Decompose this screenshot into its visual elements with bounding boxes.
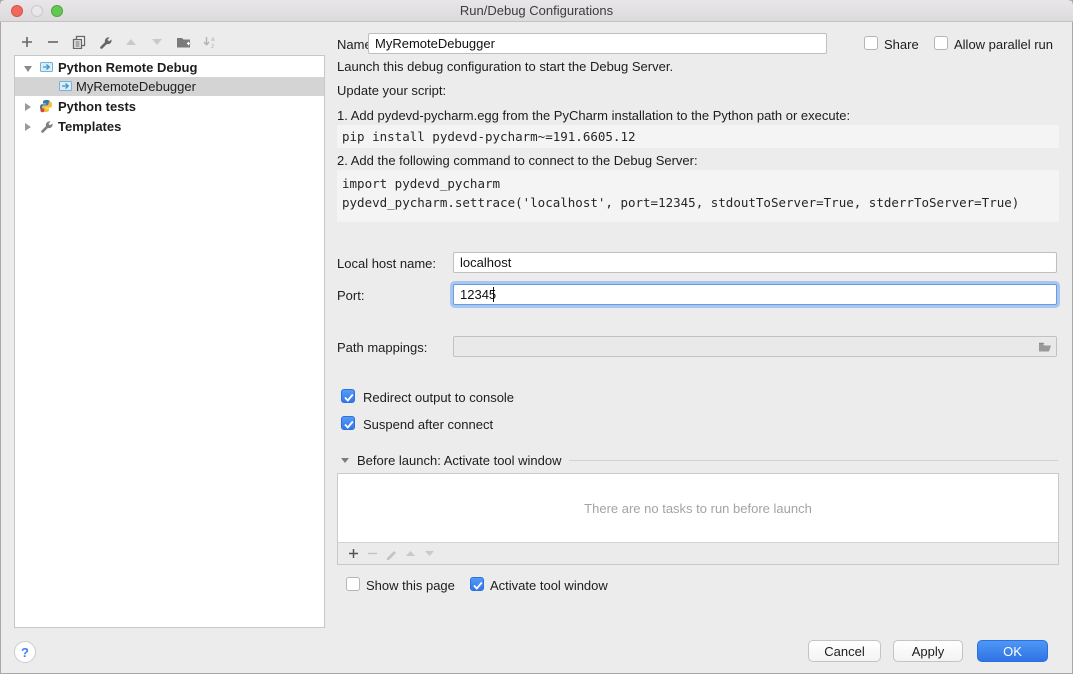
tree-item-templates[interactable]: Templates xyxy=(15,117,324,136)
step1-text: 1. Add pydevd-pycharm.egg from the PyCha… xyxy=(337,108,850,123)
text-cursor xyxy=(493,287,494,302)
add-icon[interactable] xyxy=(14,32,40,52)
step2-text: 2. Add the following command to connect … xyxy=(337,153,698,168)
move-up-icon xyxy=(118,32,144,52)
cancel-button[interactable]: Cancel xyxy=(808,640,881,662)
sort-alphabetically-icon[interactable]: az xyxy=(196,32,222,52)
chevron-expanded-icon[interactable] xyxy=(23,64,33,74)
wrench-icon xyxy=(39,119,54,134)
title-bar[interactable]: Run/Debug Configurations xyxy=(0,0,1073,22)
before-launch-section-header[interactable]: Before launch: Activate tool window xyxy=(341,452,1058,468)
ok-button[interactable]: OK xyxy=(977,640,1048,662)
path-mappings-label: Path mappings: xyxy=(337,340,427,355)
allow-parallel-run-label: Allow parallel run xyxy=(954,37,1053,52)
chevron-down-icon[interactable] xyxy=(341,456,350,464)
svg-text:z: z xyxy=(211,43,214,49)
window-title: Run/Debug Configurations xyxy=(0,3,1073,18)
tree-item-label: MyRemoteDebugger xyxy=(76,79,196,94)
port-label: Port: xyxy=(337,288,364,303)
suspend-after-connect-checkbox[interactable] xyxy=(341,416,355,430)
tree-item-label: Python tests xyxy=(58,99,136,114)
tree-item-label: Templates xyxy=(58,119,121,134)
settrace-code-block: import pydevd_pycharm pydevd_pycharm.set… xyxy=(337,170,1059,222)
chevron-collapsed-icon[interactable] xyxy=(23,122,33,132)
browse-folder-icon[interactable] xyxy=(1037,339,1053,355)
show-this-page-checkbox[interactable] xyxy=(346,577,360,591)
section-divider xyxy=(569,460,1058,461)
remote-debug-icon xyxy=(58,79,73,93)
new-folder-icon[interactable] xyxy=(170,32,196,52)
code-line: pip install pydevd-pycharm~=191.6605.12 xyxy=(337,125,1059,148)
run-debug-configurations-dialog: Run/Debug Configurations az Python Remot… xyxy=(0,0,1073,674)
configurations-toolbar: az xyxy=(14,31,222,53)
move-down-icon xyxy=(420,544,439,564)
remote-debug-icon xyxy=(39,60,54,74)
activate-tool-window-label: Activate tool window xyxy=(490,578,608,593)
tree-item-python-tests[interactable]: Python tests xyxy=(15,97,324,116)
redirect-output-label: Redirect output to console xyxy=(363,390,514,405)
path-mappings-input xyxy=(453,336,1057,357)
activate-tool-window-checkbox[interactable] xyxy=(470,577,484,591)
configurations-tree: Python Remote Debug MyRemoteDebugger Pyt… xyxy=(14,55,325,628)
pip-install-code-block: pip install pydevd-pycharm~=191.6605.12 xyxy=(337,125,1059,148)
name-input[interactable] xyxy=(368,33,827,54)
suspend-after-connect-label: Suspend after connect xyxy=(363,417,493,432)
svg-text:a: a xyxy=(211,36,215,43)
help-question-icon: ? xyxy=(21,645,29,660)
allow-parallel-run-checkbox[interactable] xyxy=(934,36,948,50)
tree-item-label: Python Remote Debug xyxy=(58,60,197,75)
code-line: pydevd_pycharm.settrace('localhost', por… xyxy=(337,193,1059,212)
move-down-icon xyxy=(144,32,170,52)
no-tasks-text: There are no tasks to run before launch xyxy=(338,474,1058,542)
show-this-page-label: Show this page xyxy=(366,578,455,593)
tree-item-python-remote-debug[interactable]: Python Remote Debug xyxy=(15,58,324,77)
remove-icon[interactable] xyxy=(40,32,66,52)
local-host-name-label: Local host name: xyxy=(337,256,436,271)
python-icon xyxy=(39,99,53,113)
tree-item-myremotedebugger[interactable]: MyRemoteDebugger xyxy=(15,77,324,96)
copy-icon[interactable] xyxy=(66,32,92,52)
before-launch-tasks-panel: There are no tasks to run before launch xyxy=(337,473,1059,565)
apply-button[interactable]: Apply xyxy=(893,640,963,662)
description-line1: Launch this debug configuration to start… xyxy=(337,59,673,74)
share-checkbox[interactable] xyxy=(864,36,878,50)
tasks-toolbar xyxy=(338,542,1058,564)
description-line2: Update your script: xyxy=(337,83,446,98)
code-line: import pydevd_pycharm xyxy=(337,174,1059,193)
edit-pencil-icon xyxy=(382,544,401,564)
local-host-name-input[interactable] xyxy=(453,252,1057,273)
add-icon[interactable] xyxy=(344,544,363,564)
redirect-output-checkbox[interactable] xyxy=(341,389,355,403)
before-launch-label: Before launch: Activate tool window xyxy=(357,453,562,468)
edit-defaults-wrench-icon[interactable] xyxy=(92,32,118,52)
move-up-icon xyxy=(401,544,420,564)
chevron-collapsed-icon[interactable] xyxy=(23,102,33,112)
share-label: Share xyxy=(884,37,919,52)
help-button[interactable]: ? xyxy=(14,641,36,663)
remove-icon xyxy=(363,544,382,564)
port-input[interactable] xyxy=(453,284,1057,305)
